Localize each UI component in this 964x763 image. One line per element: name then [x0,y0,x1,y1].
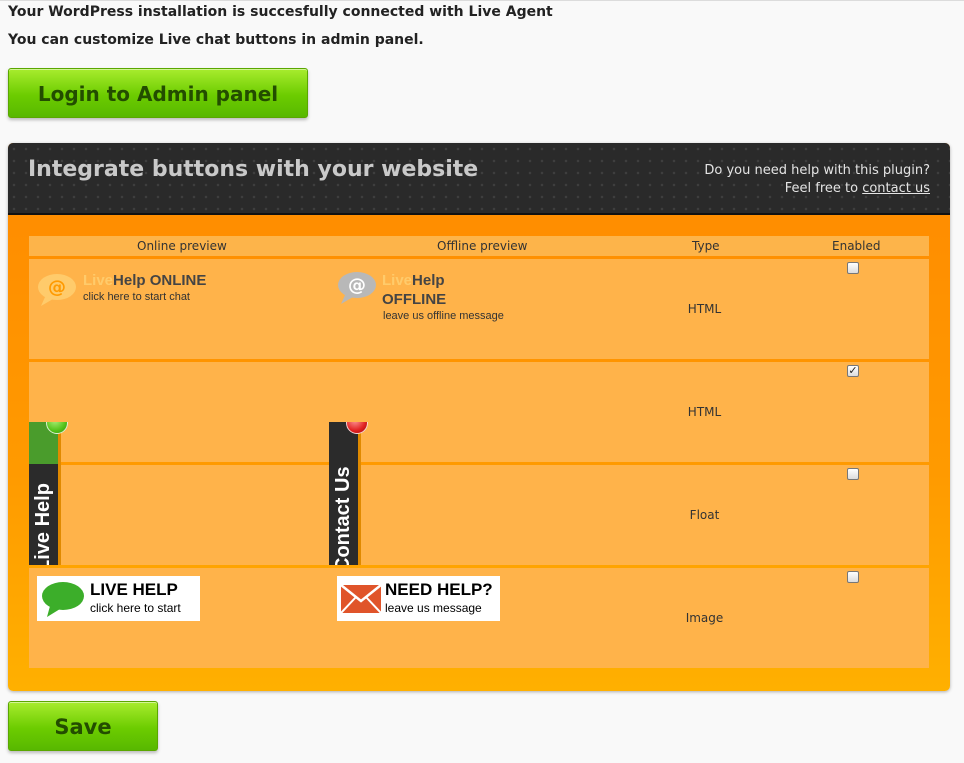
svg-text:@: @ [348,275,366,296]
help-contact-prefix: Feel free to [784,181,859,196]
table-row: HTML ✓ [29,362,929,462]
offline-button-subtitle: leave us offline message [383,310,504,322]
online-image-button-preview[interactable]: LIVE HELP click here to start [37,576,200,621]
type-cell: Image [685,611,724,625]
help-question: Do you need help with this plugin? [704,163,930,178]
vertical-tab-label: Contact Us [332,466,354,565]
header-offline-preview: Offline preview [437,239,528,253]
chat-bubble-icon: @ [338,272,376,304]
enabled-checkbox[interactable] [847,262,859,274]
image-button-subtitle: leave us message [385,601,482,615]
table-header: Online preview Offline preview Type Enab… [29,236,929,256]
online-button-subtitle: click here to start chat [83,291,190,303]
table-row: Float [29,465,929,565]
offline-html-button-preview[interactable]: @ LiveHelp OFFLINE leave us offline mess… [337,269,527,324]
enabled-checkbox[interactable] [847,468,859,480]
type-cell: HTML [687,302,722,316]
header-enabled: Enabled [832,239,881,253]
envelope-icon [341,585,381,613]
chat-bubble-icon: @ [38,274,76,306]
vertical-tab-label: Live Help [32,483,54,565]
connection-status-text: Your WordPress installation is succesful… [8,4,553,20]
type-cell: HTML [687,405,722,419]
panel-title: Integrate buttons with your website [28,157,479,182]
offline-button-status: OFFLINE [382,291,447,308]
save-button[interactable]: Save [8,701,158,751]
image-button-subtitle: click here to start [90,601,181,615]
contact-us-link[interactable]: contact us [862,181,930,196]
integrate-buttons-panel: Integrate buttons with your website Do y… [8,143,950,691]
table-row: @ LiveHelp ONLINE click here to start ch… [29,259,929,359]
svg-text:@: @ [48,277,66,298]
buttons-table: Online preview Offline preview Type Enab… [29,236,929,668]
offline-button-title: LiveHelp [382,272,445,289]
online-vertical-tab-preview[interactable]: Live Help [29,422,74,565]
enabled-checkbox[interactable]: ✓ [847,365,859,377]
panel-header: Integrate buttons with your website Do y… [8,143,950,215]
table-row: LIVE HELP click here to start NEED HELP?… [29,568,929,668]
image-button-title: LIVE HELP [90,580,178,599]
chat-bubble-icon [42,582,84,617]
image-button-title: NEED HELP? [385,580,493,599]
header-type: Type [692,239,720,253]
plugin-help-text: Do you need help with this plugin? Feel … [704,162,930,198]
offline-image-button-preview[interactable]: NEED HELP? leave us message [337,576,500,621]
enabled-checkbox[interactable] [847,571,859,583]
customize-hint-text: You can customize Live chat buttons in a… [8,32,424,48]
offline-vertical-tab-preview[interactable]: Contact Us [329,422,374,565]
online-button-title: LiveHelp ONLINE [83,272,207,289]
vertical-tab-body: Contact Us [329,422,361,565]
header-online-preview: Online preview [137,239,227,253]
type-cell: Float [689,508,720,522]
help-contact-line: Feel free to contact us [704,180,930,198]
vertical-tab-body: Live Help [29,422,61,565]
login-admin-panel-button[interactable]: Login to Admin panel [8,68,308,118]
online-html-button-preview[interactable]: @ LiveHelp ONLINE click here to start ch… [37,269,227,309]
